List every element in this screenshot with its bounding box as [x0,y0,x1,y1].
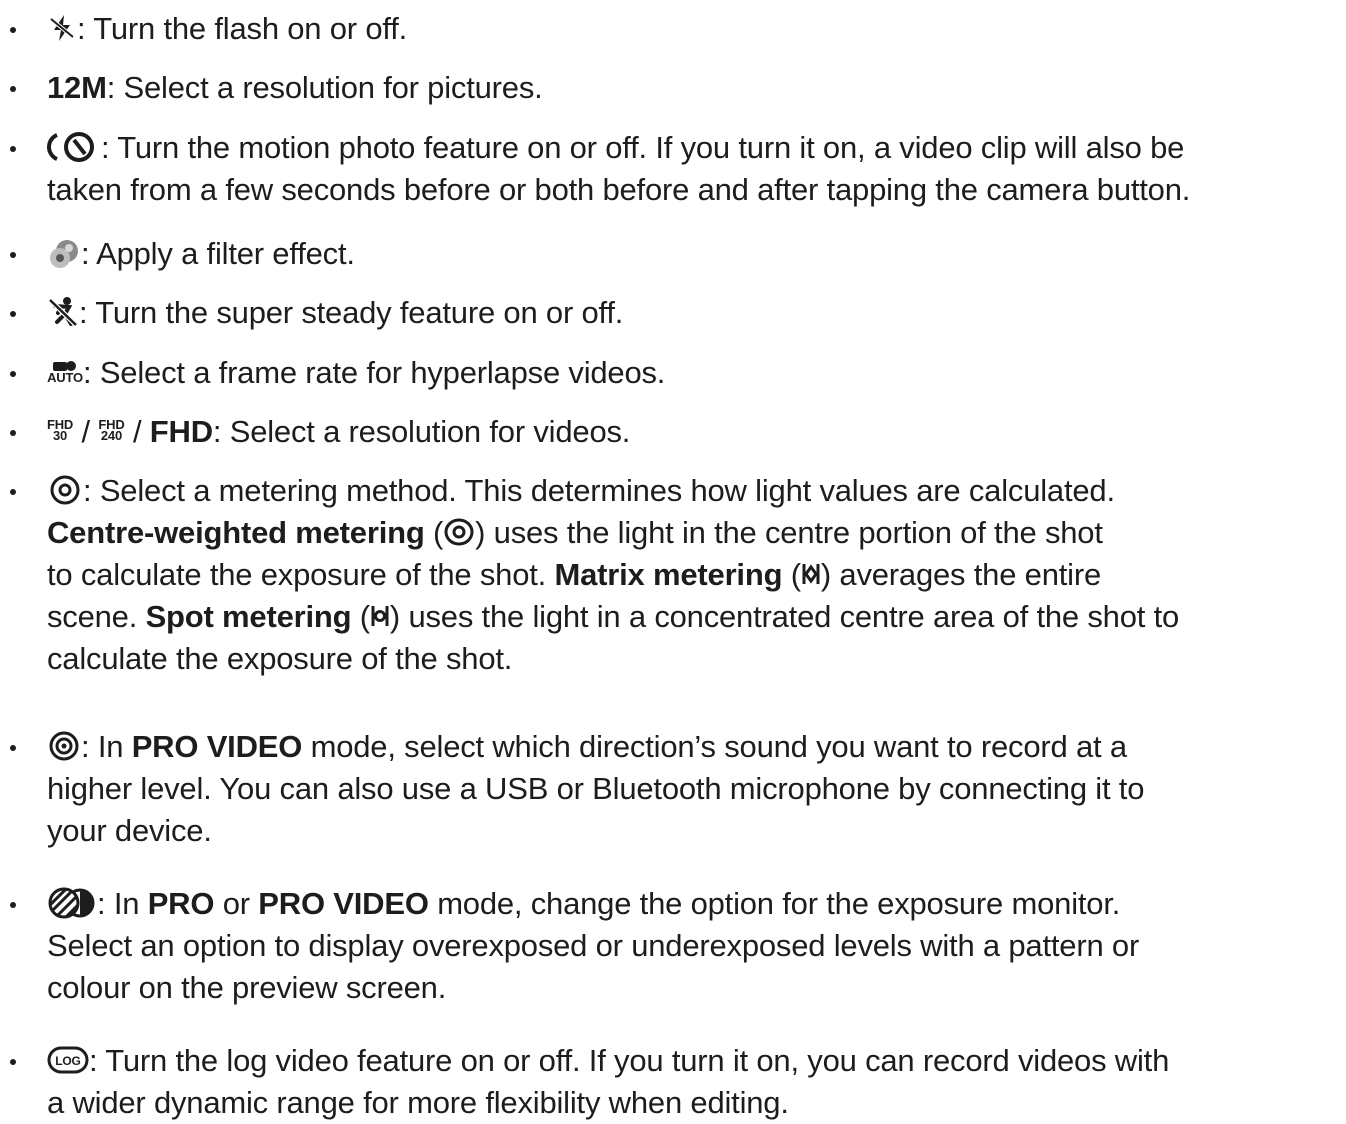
separator: / [132,414,142,449]
pro-label: PRO [147,886,215,921]
resolution-label: 12M [47,70,107,105]
bullet [10,489,16,495]
filter-icon [47,236,81,270]
list-item-super-steady: : Turn the super steady feature on or of… [10,292,1343,334]
list-item-picture-resolution: 12M: Select a resolution for pictures. [10,67,1343,109]
item-text-line2: taken from a few seconds before or both … [47,172,1191,207]
bullet [10,430,16,436]
item-text: : Apply a filter effect. [81,236,355,271]
spot-label: Spot metering [145,599,352,634]
list-item-video-resolution: FHD 30 / FHD 240 / FHD: Select a resolut… [10,411,1343,453]
camera-settings-list: : Turn the flash on or off. 12M: Select … [0,0,1346,1120]
centre-weighted-metering-icon [443,517,475,547]
list-item-filter: : Apply a filter effect. [10,233,1343,275]
list-item-metering: : Select a metering method. This determi… [10,470,1343,680]
item-text: : Select a metering method. This determi… [83,473,1115,508]
bullet [10,86,16,92]
frame-rate-icon: AUTO [47,360,83,384]
frame-rate-icon-label: AUTO [47,369,83,385]
audio-direction-icon [47,729,81,763]
exposure-monitor-icon [47,886,97,920]
list-item-flash: : Turn the flash on or off. [10,8,1343,50]
spot-metering-icon [370,602,390,630]
separator: / [81,414,91,449]
item-text: : Turn the super steady feature on or of… [79,295,624,330]
item-text: : Select a resolution for videos. [212,414,631,449]
matrix-metering-icon [801,560,821,588]
log-video-icon: LOG [47,1046,89,1074]
super-steady-icon [47,296,79,328]
centre-weighted-label: Centre-weighted metering [47,515,425,550]
svg-text:LOG: LOG [55,1054,80,1068]
fhd240-icon: FHD 240 [98,416,125,443]
item-text-cw: ) uses the light in the centre portion o… [475,515,1103,550]
bullet [10,146,16,152]
item-text: : Select a frame rate for hyperlapse vid… [83,355,666,390]
list-item-log-video: LOG : Turn the log video feature on or o… [10,1040,1343,1124]
flash-off-icon [47,13,77,43]
bullet [10,252,16,258]
bullet [10,27,16,33]
metering-icon [47,474,83,506]
fhd30-icon: FHD 30 [47,416,74,443]
bullet [10,1059,16,1065]
item-text: : Turn the flash on or off. [77,11,408,46]
bullet [10,902,16,908]
motion-photo-icon [47,130,101,164]
bullet [10,371,16,377]
pro-video-label: PRO VIDEO [258,886,429,921]
list-item-frame-rate: AUTO : Select a frame rate for hyperlaps… [10,352,1343,394]
item-text: : Turn the motion photo feature on or of… [101,130,1185,165]
list-item-motion-photo: : Turn the motion photo feature on or of… [10,127,1343,211]
item-text: : Select a resolution for pictures. [106,70,543,105]
bullet [10,745,16,751]
fhd-label: FHD [149,414,213,449]
list-item-exposure-monitor: : In PRO or PRO VIDEO mode, change the o… [10,883,1343,1009]
bullet [10,311,16,317]
list-item-audio-direction: : In PRO VIDEO mode, select which direct… [10,726,1343,852]
pro-video-label: PRO VIDEO [131,729,303,764]
matrix-label: Matrix metering [554,557,783,592]
